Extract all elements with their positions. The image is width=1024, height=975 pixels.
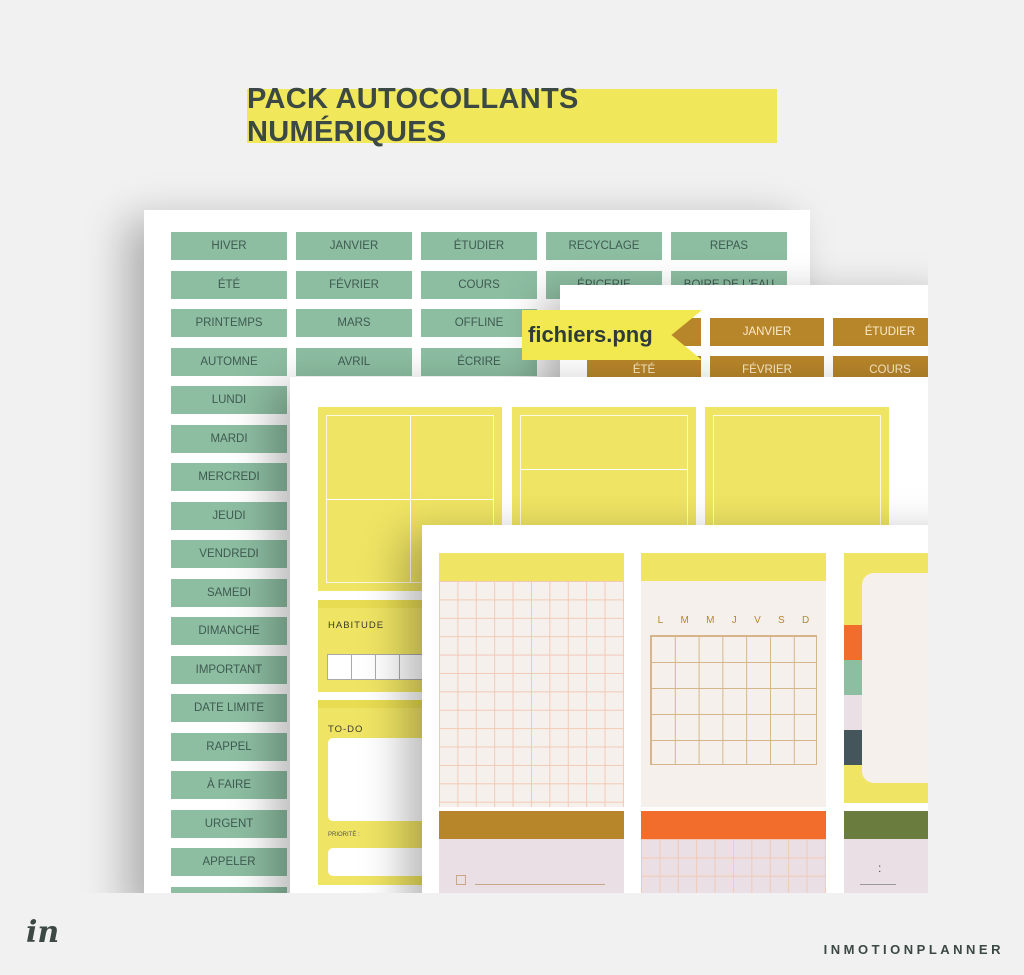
week-calendar-card: LMMJVSD xyxy=(641,553,826,807)
weekday-label: M xyxy=(680,615,689,626)
weekday-label: V xyxy=(754,615,761,626)
orange-grid-card xyxy=(641,811,826,893)
weekday-label: S xyxy=(778,615,785,626)
sticker[interactable]: VENDREDI xyxy=(171,540,287,568)
weekday-label: D xyxy=(802,615,810,626)
sticker[interactable]: MERCREDI xyxy=(171,463,287,491)
sticker[interactable]: COURS xyxy=(421,270,537,299)
sticker[interactable]: DIMANCHE xyxy=(171,617,287,645)
sticker[interactable]: RECYCLAGE xyxy=(546,232,662,260)
weekday-label: L xyxy=(657,615,664,626)
habit-label: HABITUDE xyxy=(328,620,385,631)
priority-label: PRIORITÉ : xyxy=(328,832,360,838)
sticker[interactable]: ÉCRIRE xyxy=(421,347,537,376)
sticker[interactable]: AVRIL xyxy=(296,347,412,376)
weekday-label: M xyxy=(706,615,715,626)
sticker[interactable]: JANVIER xyxy=(296,232,412,260)
sticker-sheets: HIVER ÉTÉ PRINTEMPS AUTOMNE LUNDI MARDI MERCRE… xyxy=(0,0,928,893)
sticker[interactable]: URGENT xyxy=(171,809,287,838)
sticker[interactable]: AUTOMNE xyxy=(171,347,287,376)
color-tabs-card xyxy=(844,553,928,803)
planner-sticker-sheet: L M M J V S D : xyxy=(422,525,928,893)
brand-logo: in xyxy=(26,915,60,950)
sticker[interactable]: JANVIER xyxy=(710,318,824,346)
sticker[interactable]: IMPORTANT xyxy=(171,655,287,684)
sticker[interactable]: ÉTUDIER xyxy=(421,232,537,260)
sticker[interactable]: LUNDI xyxy=(171,386,287,414)
todo-label: TO-DO xyxy=(328,724,364,735)
time-card: : xyxy=(844,811,928,893)
sticker[interactable]: RAPPEL xyxy=(171,732,287,761)
sticker[interactable]: REPAS xyxy=(671,232,787,260)
checklist-card xyxy=(439,811,624,893)
sticker[interactable]: À FAIRE xyxy=(171,771,287,799)
sticker[interactable]: JEUDI xyxy=(171,501,287,530)
sticker[interactable]: FÉVRIER xyxy=(296,270,412,299)
sticker[interactable]: OFFLINE xyxy=(421,309,537,337)
sticker[interactable]: APPELER xyxy=(171,848,287,876)
sticker[interactable]: MARS xyxy=(296,309,412,337)
sticker[interactable]: ÉTÉ xyxy=(171,270,287,299)
grid-card xyxy=(439,553,624,807)
sticker[interactable]: HIVER xyxy=(171,232,287,260)
sticker[interactable]: SAMEDI xyxy=(171,578,287,607)
sticker[interactable]: DATE LIMITE xyxy=(171,694,287,722)
sticker[interactable] xyxy=(171,886,287,893)
weekday-label: J xyxy=(731,615,737,626)
time-separator: : xyxy=(878,861,882,875)
sticker[interactable]: MARDI xyxy=(171,424,287,453)
sticker[interactable]: PRINTEMPS xyxy=(171,309,287,337)
brand-name: INMOTIONPLANNER xyxy=(823,942,1004,957)
sticker[interactable]: ÉTUDIER xyxy=(833,318,928,346)
